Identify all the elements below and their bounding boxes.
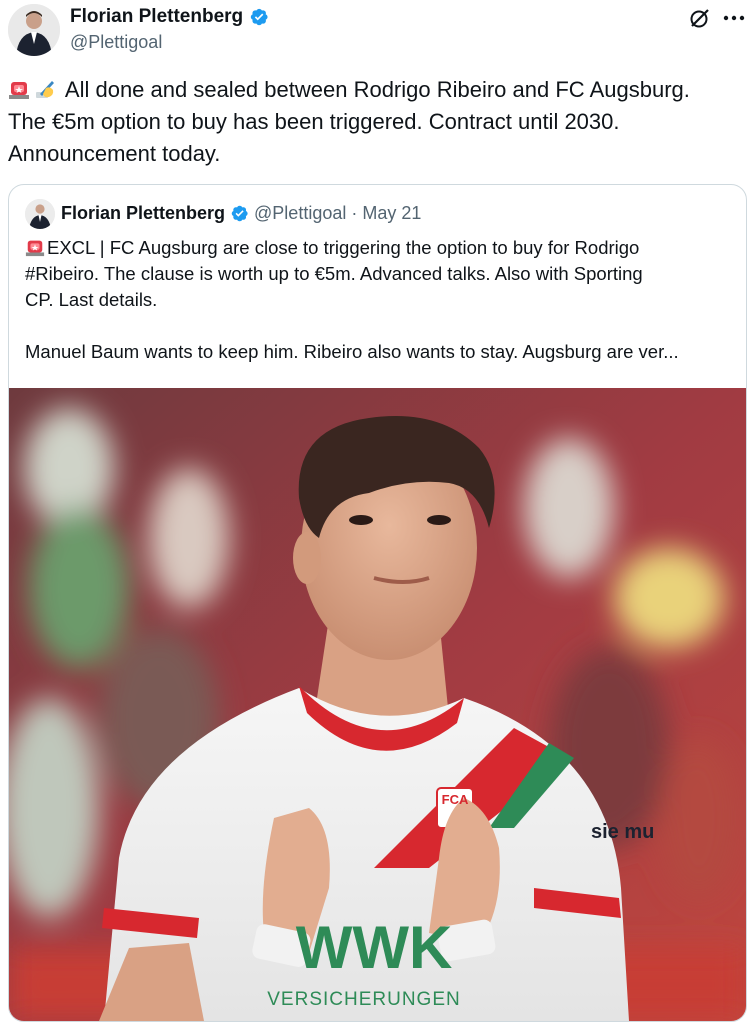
quoted-separator: · — [351, 203, 358, 223]
quoted-handle: @Plettigoal — [254, 203, 347, 223]
quoted-line-1: EXCL | FC Augsburg are close to triggeri… — [25, 235, 725, 261]
quoted-text: EXCL | FC Augsburg are close to triggeri… — [25, 235, 725, 365]
author-handle[interactable]: @Plettigoal — [70, 32, 162, 53]
quoted-line-2: #Ribeiro. The clause is worth up to €5m.… — [25, 263, 643, 284]
police-light-emoji — [9, 82, 29, 99]
police-light-emoji — [25, 240, 45, 257]
tweet-line-2: The €5m option to buy has been triggered… — [8, 109, 620, 134]
verified-badge-icon — [231, 205, 248, 222]
more-options-icon[interactable] — [720, 6, 748, 30]
author-avatar[interactable] — [8, 4, 60, 56]
quoted-date[interactable]: May 21 — [362, 203, 421, 224]
tweet-line-1: All done and sealed between Rodrigo Ribe… — [8, 74, 742, 106]
sponsor-text: WWK — [296, 914, 453, 981]
tweet-text: All done and sealed between Rodrigo Ribe… — [8, 74, 742, 170]
quoted-author-avatar[interactable] — [25, 199, 55, 229]
quoted-line-4: Manuel Baum wants to keep him. Ribeiro a… — [25, 341, 679, 362]
player-photo[interactable]: FCA WWK VERSICHERUNGEN sie mu — [9, 388, 746, 1021]
tweet-line-1-text: All done and sealed between Rodrigo Ribe… — [64, 77, 690, 102]
quoted-tweet-card[interactable]: Florian Plettenberg @Plettigoal · May 21… — [8, 184, 747, 1022]
author-name-row: Florian Plettenberg — [70, 6, 269, 28]
grok-icon[interactable] — [688, 6, 712, 30]
sleeve-text: sie mu — [591, 821, 654, 843]
author-display-name[interactable]: Florian Plettenberg — [70, 6, 243, 28]
writing-hand-emoji — [36, 81, 54, 98]
quoted-line-3: CP. Last details. — [25, 289, 158, 310]
verified-badge-icon — [250, 8, 268, 26]
sponsor-subtext: VERSICHERUNGEN — [267, 989, 460, 1010]
quoted-header: Florian Plettenberg @Plettigoal · May 21 — [61, 203, 421, 224]
tweet-header: Florian Plettenberg @Plettigoal — [0, 0, 750, 70]
quoted-display-name: Florian Plettenberg — [61, 203, 226, 223]
tweet-line-3: Announcement today. — [8, 141, 221, 166]
crest-text: FCA — [442, 792, 469, 807]
quoted-line-1-text: EXCL | FC Augsburg are close to triggeri… — [47, 237, 640, 258]
